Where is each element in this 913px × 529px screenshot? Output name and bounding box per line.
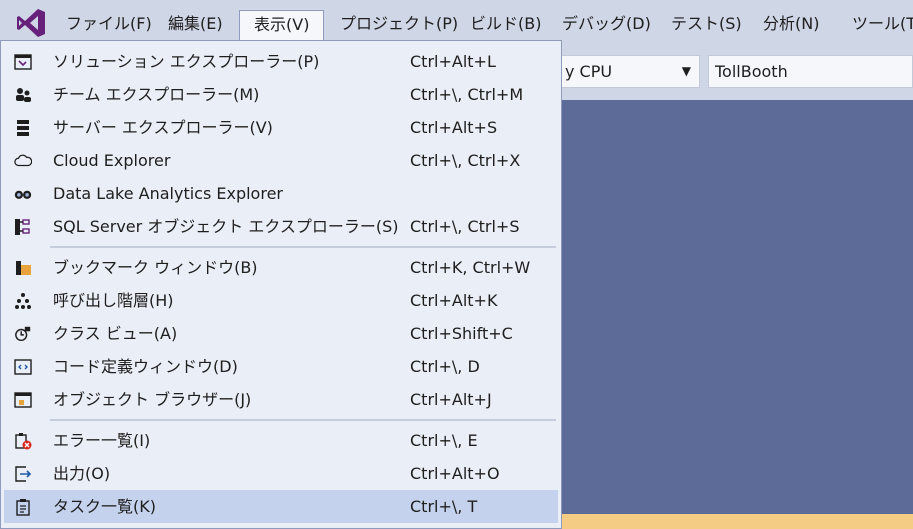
menu-item-shortcut: Ctrl+\, Ctrl+X (410, 151, 521, 170)
menu-item-task-list[interactable]: タスク一覧(K) Ctrl+\, T (4, 490, 558, 523)
solution-explorer-icon (14, 53, 32, 71)
menu-test[interactable]: テスト(S) (671, 9, 742, 39)
platform-value: y CPU (565, 62, 613, 81)
menu-item-bookmark-window[interactable]: ブックマーク ウィンドウ(B) Ctrl+K, Ctrl+W (4, 251, 558, 284)
menu-item-shortcut: Ctrl+Alt+L (410, 52, 496, 71)
menu-item-label: 呼び出し階層(H) (53, 291, 174, 310)
visual-studio-logo-icon[interactable] (14, 6, 48, 40)
menu-item-shortcut: Ctrl+Alt+S (410, 118, 498, 137)
menu-separator (50, 246, 556, 248)
menu-item-label: ブックマーク ウィンドウ(B) (53, 258, 258, 277)
menu-item-shortcut: Ctrl+\, D (410, 357, 480, 376)
menu-item-label: オブジェクト ブラウザー(J) (53, 390, 252, 409)
menu-item-output[interactable]: 出力(O) Ctrl+Alt+O (4, 457, 558, 490)
menu-item-shortcut: Ctrl+\, T (410, 497, 478, 516)
server-explorer-icon (14, 119, 32, 137)
menu-item-call-hierarchy[interactable]: 呼び出し階層(H) Ctrl+Alt+K (4, 284, 558, 317)
menu-edit[interactable]: 編集(E) (168, 9, 223, 39)
menu-item-label: 出力(O) (53, 464, 111, 483)
status-bar (558, 514, 913, 529)
code-definition-icon (14, 358, 32, 376)
menu-item-label: SQL Server オブジェクト エクスプローラー(S) (53, 217, 399, 236)
menu-item-label: チーム エクスプローラー(M) (53, 85, 260, 104)
menu-build[interactable]: ビルド(B) (470, 9, 541, 39)
menu-item-label: Cloud Explorer (53, 151, 171, 170)
menu-item-label: エラー一覧(I) (53, 431, 151, 450)
menu-project[interactable]: プロジェクト(P) (340, 9, 458, 39)
menu-item-solution-explorer[interactable]: ソリューション エクスプローラー(P) Ctrl+Alt+L (4, 45, 558, 78)
object-browser-icon (14, 391, 32, 409)
project-selector[interactable]: TollBooth (708, 55, 913, 88)
menu-debug[interactable]: デバッグ(D) (562, 9, 651, 39)
menu-separator (50, 419, 556, 421)
menu-item-sql-object-explorer[interactable]: SQL Server オブジェクト エクスプローラー(S) Ctrl+\, Ct… (4, 210, 558, 243)
view-menu-dropdown: ソリューション エクスプローラー(P) Ctrl+Alt+L チーム エクスプロ… (0, 40, 562, 529)
menu-item-shortcut: Ctrl+K, Ctrl+W (410, 258, 531, 277)
menu-item-cloud-explorer[interactable]: Cloud Explorer Ctrl+\, Ctrl+X (4, 144, 558, 177)
platform-dropdown[interactable]: y CPU ▼ (558, 55, 700, 88)
error-list-icon (14, 432, 32, 450)
menu-view[interactable]: 表示(V) (239, 10, 325, 40)
menu-item-label: サーバー エクスプローラー(V) (53, 118, 273, 137)
call-hierarchy-icon (14, 292, 32, 310)
output-icon (14, 465, 32, 483)
bookmark-icon (14, 259, 32, 277)
binoculars-icon (14, 185, 32, 203)
menu-item-shortcut: Ctrl+Alt+J (410, 390, 492, 409)
menu-file[interactable]: ファイル(F) (66, 9, 152, 39)
project-value: TollBooth (715, 62, 788, 81)
menu-item-team-explorer[interactable]: チーム エクスプローラー(M) Ctrl+\, Ctrl+M (4, 78, 558, 111)
chevron-down-icon: ▼ (681, 64, 691, 78)
menu-item-shortcut: Ctrl+Alt+K (410, 291, 498, 310)
menu-item-label: Data Lake Analytics Explorer (53, 184, 283, 203)
editor-area (558, 100, 913, 514)
menu-item-error-list[interactable]: エラー一覧(I) Ctrl+\, E (4, 424, 558, 457)
menu-item-class-view[interactable]: クラス ビュー(A) Ctrl+Shift+C (4, 317, 558, 350)
cloud-icon (14, 152, 32, 170)
menu-bar: ファイル(F) 編集(E) 表示(V) プロジェクト(P) ビルド(B) デバッ… (0, 0, 913, 40)
menu-item-label: コード定義ウィンドウ(D) (53, 357, 238, 376)
menu-item-shortcut: Ctrl+Alt+O (410, 464, 500, 483)
menu-analyze[interactable]: 分析(N) (763, 9, 819, 39)
menu-item-label: タスク一覧(K) (53, 497, 156, 516)
menu-item-code-definition[interactable]: コード定義ウィンドウ(D) Ctrl+\, D (4, 350, 558, 383)
task-list-icon (14, 498, 32, 516)
menu-item-data-lake-explorer[interactable]: Data Lake Analytics Explorer (4, 177, 558, 210)
menu-item-shortcut: Ctrl+\, Ctrl+M (410, 85, 524, 104)
menu-tools[interactable]: ツール(T) (852, 9, 913, 39)
menu-item-label: クラス ビュー(A) (53, 324, 178, 343)
menu-item-shortcut: Ctrl+Shift+C (410, 324, 513, 343)
class-view-icon (14, 325, 32, 343)
menu-item-label: ソリューション エクスプローラー(P) (53, 52, 320, 71)
sql-object-explorer-icon (14, 218, 32, 236)
menu-item-object-browser[interactable]: オブジェクト ブラウザー(J) Ctrl+Alt+J (4, 383, 558, 416)
team-explorer-icon (14, 86, 32, 104)
menu-item-server-explorer[interactable]: サーバー エクスプローラー(V) Ctrl+Alt+S (4, 111, 558, 144)
menu-item-shortcut: Ctrl+\, Ctrl+S (410, 217, 520, 236)
menu-item-shortcut: Ctrl+\, E (410, 431, 478, 450)
